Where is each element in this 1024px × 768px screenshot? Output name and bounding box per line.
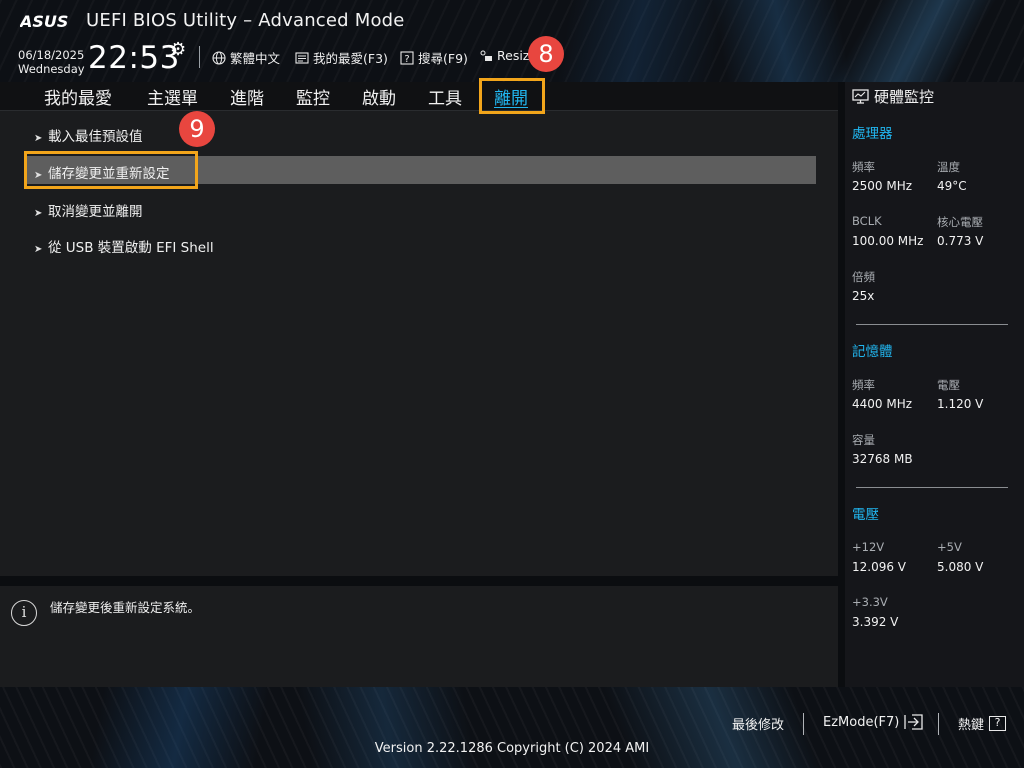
arrow-right-icon: ➤ bbox=[34, 244, 43, 255]
menu-item-label: 從 USB 裝置啟動 EFI Shell bbox=[48, 240, 214, 256]
favorites-button[interactable]: 我的最愛(F3) bbox=[295, 48, 388, 67]
mem-cap-label: 容量 bbox=[852, 433, 875, 447]
tab-bar bbox=[0, 82, 838, 111]
monitor-divider bbox=[856, 487, 1008, 488]
language-button[interactable]: 繁體中文 bbox=[212, 48, 280, 67]
v5-value: 5.080 V bbox=[937, 560, 984, 574]
asus-logo-text: ASUS bbox=[20, 12, 68, 30]
svg-text:?: ? bbox=[404, 54, 409, 65]
annotation-marker-9: 9 bbox=[179, 111, 215, 147]
version-text: Version 2.22.1286 Copyright (C) 2024 AMI bbox=[374, 741, 650, 756]
help-text: 儲存變更後重新設定系統。 bbox=[50, 600, 201, 615]
gear-icon[interactable]: ⚙ bbox=[170, 41, 186, 59]
menu-item-launch-efi-shell[interactable]: ➤ 從 USB 裝置啟動 EFI Shell bbox=[34, 236, 214, 256]
mem-volt-label: 電壓 bbox=[937, 378, 960, 392]
cpu-ratio-label: 倍頻 bbox=[852, 270, 875, 284]
menu-item-load-optimized-defaults[interactable]: ➤ 載入最佳預設值 bbox=[34, 125, 143, 145]
tab-favorites[interactable]: 我的最愛 bbox=[44, 84, 112, 109]
cpu-temp-label: 溫度 bbox=[937, 160, 960, 174]
mem-volt-value: 1.120 V bbox=[937, 397, 984, 411]
v12-label: +12V bbox=[852, 540, 885, 554]
ezmode-button[interactable]: EzMode(F7) bbox=[823, 714, 924, 730]
cpu-bclk-value: 100.00 MHz bbox=[852, 234, 924, 248]
v33-label: +3.3V bbox=[852, 595, 888, 609]
mem-freq-label: 頻率 bbox=[852, 378, 875, 392]
mem-freq-value: 4400 MHz bbox=[852, 397, 913, 411]
menu-item-discard-changes-exit[interactable]: ➤ 取消變更並離開 bbox=[34, 200, 143, 220]
tab-tool[interactable]: 工具 bbox=[428, 84, 462, 109]
v12-value: 12.096 V bbox=[852, 560, 907, 574]
favorites-label: 我的最愛(F3) bbox=[313, 51, 388, 66]
hardware-monitor-title-text: 硬體監控 bbox=[874, 88, 935, 106]
search-help-icon: ? bbox=[400, 50, 414, 65]
cpu-vcore-label: 核心電壓 bbox=[937, 215, 983, 229]
hotkeys-label: 熱鍵 bbox=[958, 718, 985, 733]
tab-boot[interactable]: 啟動 bbox=[362, 84, 396, 109]
search-label: 搜尋(F9) bbox=[418, 51, 468, 66]
cpu-temp-value: 49°C bbox=[937, 179, 967, 193]
monitor-divider bbox=[856, 324, 1008, 325]
footer-divider bbox=[938, 713, 939, 735]
ezmode-label: EzMode(F7) bbox=[823, 714, 900, 730]
cpu-freq-label: 頻率 bbox=[852, 160, 875, 174]
language-label: 繁體中文 bbox=[230, 51, 281, 66]
tab-main[interactable]: 主選單 bbox=[147, 84, 198, 109]
cpu-bclk-label: BCLK bbox=[852, 214, 882, 228]
tab-exit-highlight bbox=[479, 78, 545, 114]
favorites-icon bbox=[295, 51, 309, 64]
v5-label: +5V bbox=[937, 540, 962, 554]
tab-advanced[interactable]: 進階 bbox=[230, 84, 264, 109]
resize-icon bbox=[480, 50, 492, 61]
weekday-text: Wednesday bbox=[18, 62, 85, 76]
menu-item-label: 取消變更並離開 bbox=[48, 204, 143, 220]
monitor-icon bbox=[852, 89, 869, 104]
hotkeys-button[interactable]: 熱鍵 ? bbox=[958, 714, 1007, 733]
exit-arrow-icon bbox=[904, 714, 924, 730]
tab-monitor[interactable]: 監控 bbox=[296, 84, 330, 109]
menu-item-highlight bbox=[24, 151, 198, 189]
date-text: 06/18/2025 bbox=[18, 48, 85, 62]
info-icon: i bbox=[11, 600, 37, 626]
annotation-marker-8: 8 bbox=[528, 36, 564, 72]
cpu-vcore-value: 0.773 V bbox=[937, 234, 984, 248]
header-divider bbox=[199, 46, 200, 68]
v33-value: 3.392 V bbox=[852, 615, 899, 629]
globe-icon bbox=[212, 50, 226, 65]
resize-button[interactable]: Resiz bbox=[479, 48, 529, 63]
arrow-right-icon: ➤ bbox=[34, 133, 43, 144]
hardware-monitor-title: 硬體監控 bbox=[852, 86, 934, 107]
resize-label: Resiz bbox=[497, 48, 530, 63]
menu-item-label: 載入最佳預設值 bbox=[48, 129, 143, 145]
voltage-heading: 電壓 bbox=[852, 507, 879, 523]
date-display: 06/18/2025 Wednesday bbox=[18, 48, 85, 76]
clock-display: 22:53 bbox=[88, 40, 180, 76]
cpu-freq-value: 2500 MHz bbox=[852, 179, 913, 193]
app-title: UEFI BIOS Utility – Advanced Mode bbox=[86, 10, 405, 31]
arrow-right-icon: ➤ bbox=[34, 208, 43, 219]
help-box-icon: ? bbox=[989, 716, 1007, 731]
mem-cap-value: 32768 MB bbox=[852, 452, 913, 466]
search-button[interactable]: ? 搜尋(F9) bbox=[400, 48, 468, 67]
last-modified-button[interactable]: 最後修改 bbox=[732, 714, 784, 733]
cpu-ratio-value: 25x bbox=[852, 289, 875, 303]
memory-heading: 記憶體 bbox=[852, 344, 893, 360]
last-modified-label: 最後修改 bbox=[732, 718, 785, 733]
footer-divider bbox=[803, 713, 804, 735]
asus-logo: ASUS bbox=[20, 12, 68, 30]
cpu-heading: 處理器 bbox=[852, 126, 893, 142]
